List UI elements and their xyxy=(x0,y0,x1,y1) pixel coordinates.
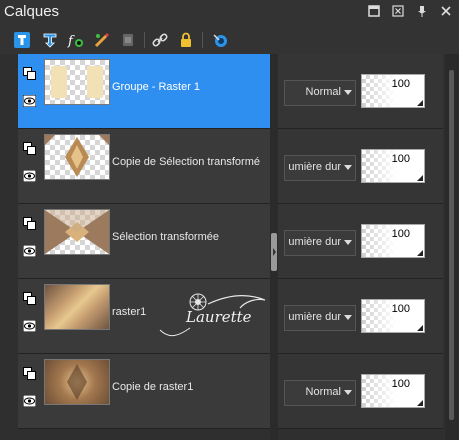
opacity-field[interactable]: 100 xyxy=(361,74,425,108)
chevron-down-icon xyxy=(344,390,352,395)
toolbar-separator xyxy=(144,32,145,48)
opacity-field[interactable]: 100 xyxy=(361,224,425,258)
close-window-icon[interactable] xyxy=(391,5,405,20)
layer-name: Copie de raster1 xyxy=(112,381,194,393)
blend-mode-select[interactable]: Normal xyxy=(284,380,356,406)
new-raster-layer-icon[interactable] xyxy=(12,30,32,50)
opacity-field[interactable]: 100 xyxy=(361,149,425,183)
layer-row-copie-selection[interactable]: Copie de Sélection transformé xyxy=(18,129,270,204)
layer-name: Sélection transformée xyxy=(112,231,219,243)
eye-icon[interactable] xyxy=(22,92,37,108)
layer-thumbnail xyxy=(44,359,110,405)
panel-title-bar: Calques xyxy=(0,0,459,26)
watermark-text: Laurette xyxy=(186,308,252,326)
layer-name: raster1 xyxy=(112,306,147,318)
layer-thumbnail xyxy=(44,284,110,330)
eye-icon[interactable] xyxy=(22,242,37,258)
opacity-field[interactable]: 100 xyxy=(361,299,425,333)
scrollbar-thumb[interactable] xyxy=(449,70,454,420)
layer-properties-row: Normal 100 xyxy=(278,54,443,129)
layers-toolbar: f xyxy=(0,26,459,54)
layer-row-selection-transformee[interactable]: Sélection transformée xyxy=(18,204,270,279)
link-icon[interactable] xyxy=(150,30,170,50)
blend-mode-select[interactable]: umière dur xyxy=(284,230,356,256)
group-icon[interactable] xyxy=(23,65,36,80)
pin-icon[interactable] xyxy=(415,5,429,20)
panel-title: Calques xyxy=(4,3,60,20)
layer-type-icon[interactable] xyxy=(23,290,36,305)
layer-row-copie-raster1[interactable]: Copie de raster1 xyxy=(18,354,270,429)
restore-icon[interactable] xyxy=(367,5,381,20)
layer-properties-row: umière dur 100 xyxy=(278,204,443,279)
blend-mode-select[interactable]: umière dur xyxy=(284,155,356,181)
layer-type-icon[interactable] xyxy=(23,215,36,230)
splitter-grip[interactable] xyxy=(271,233,277,271)
chevron-down-icon xyxy=(344,315,352,320)
layer-name: Groupe - Raster 1 xyxy=(112,81,201,93)
title-buttons xyxy=(367,5,453,20)
chevron-down-icon xyxy=(344,90,352,95)
new-vector-layer-icon[interactable] xyxy=(40,30,60,50)
eye-icon[interactable] xyxy=(22,392,37,408)
layer-properties-row: Normal 100 xyxy=(278,354,443,429)
eye-icon[interactable] xyxy=(22,167,37,183)
delete-layer-icon[interactable] xyxy=(118,30,138,50)
eye-icon[interactable] xyxy=(22,317,37,333)
blend-mode-select[interactable]: umière dur xyxy=(284,305,356,331)
layer-thumbnail xyxy=(44,209,110,255)
layer-thumbnail xyxy=(44,59,110,105)
layer-type-icon[interactable] xyxy=(23,365,36,380)
opacity-field[interactable]: 100 xyxy=(361,374,425,408)
chevron-down-icon xyxy=(344,165,352,170)
new-adjustment-layer-icon[interactable]: f xyxy=(66,30,86,50)
layer-properties-row: umière dur 100 xyxy=(278,279,443,354)
layer-row-groupe-raster-1[interactable]: Groupe - Raster 1 xyxy=(18,54,270,129)
lock-icon[interactable] xyxy=(176,30,196,50)
layer-type-icon[interactable] xyxy=(23,140,36,155)
blend-mode-select[interactable]: Normal xyxy=(284,80,356,106)
visibility-icon[interactable] xyxy=(210,30,230,50)
layer-name: Copie de Sélection transformé xyxy=(112,156,260,168)
close-icon[interactable] xyxy=(439,5,453,20)
chevron-down-icon xyxy=(344,240,352,245)
mask-icon[interactable] xyxy=(92,30,112,50)
layer-thumbnail xyxy=(44,134,110,180)
svg-text:f: f xyxy=(67,34,75,49)
watermark: Laurette xyxy=(150,290,275,350)
toolbar-separator xyxy=(202,32,203,48)
layer-properties-row: umière dur 100 xyxy=(278,129,443,204)
